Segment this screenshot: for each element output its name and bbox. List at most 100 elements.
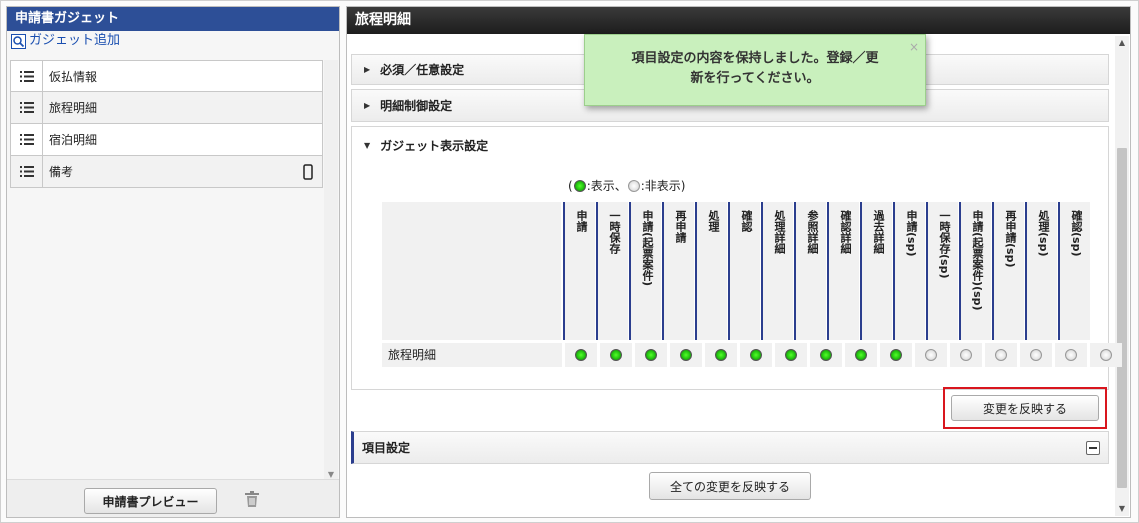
display-toggle-cell[interactable] (1090, 343, 1122, 367)
list-drag-icon[interactable] (11, 156, 43, 187)
display-toggle-cell[interactable] (670, 343, 702, 367)
column-header: 確認(sp) (1058, 202, 1090, 340)
close-icon[interactable]: × (909, 37, 919, 57)
list-drag-icon[interactable] (11, 124, 43, 155)
radio-on-icon[interactable] (890, 349, 902, 361)
grid-row: 旅程明細 (382, 343, 1122, 367)
legend-open: ( (568, 178, 573, 193)
trash-icon[interactable] (245, 491, 259, 510)
column-header-label: 一時保存 (608, 210, 621, 254)
column-header-label: 処理(sp) (1037, 210, 1050, 257)
radio-on-icon[interactable] (785, 349, 797, 361)
expanded-triangle-icon: ▼ (364, 140, 371, 150)
collapsed-triangle-icon: ▶ (364, 101, 371, 110)
legend-hide-label: :非表示) (640, 179, 686, 193)
section-item-settings[interactable]: 項目設定 (351, 431, 1109, 464)
gadget-list-scrollbar[interactable]: ▼ (324, 60, 338, 482)
column-header: 処理詳細 (761, 202, 793, 340)
radio-on-icon[interactable] (715, 349, 727, 361)
section-title: ガジェット表示設定 (380, 138, 489, 153)
column-header-label: 処理詳細 (773, 210, 786, 254)
gadget-list: 仮払情報 旅程明細 宿泊明細 備考 (10, 60, 323, 188)
detail-scrollbar[interactable]: ▲ ▼ (1115, 36, 1129, 516)
display-toggle-cell[interactable] (775, 343, 807, 367)
display-toggle-cell[interactable] (985, 343, 1017, 367)
radio-on-icon[interactable] (645, 349, 657, 361)
column-header-label: 参照詳細 (806, 210, 819, 254)
collapse-minus-icon[interactable] (1086, 440, 1100, 455)
radio-on-icon[interactable] (750, 349, 762, 361)
gadget-item-label: 宿泊明細 (49, 133, 98, 147)
radio-off-icon[interactable] (1100, 349, 1112, 361)
column-header-label: 申請(sp) (905, 210, 918, 257)
toast-message-line2: 新を行ってください。 (690, 71, 820, 86)
radio-off-icon[interactable] (925, 349, 937, 361)
column-header-label: 処理 (707, 210, 720, 232)
gadget-item[interactable]: 備考 (10, 156, 323, 188)
column-header: 申請 (563, 202, 595, 340)
scroll-up-icon[interactable]: ▲ (1115, 36, 1129, 50)
gadget-panel-title: 申請書ガジェット (7, 7, 339, 31)
apply-all-changes-button[interactable]: 全ての変更を反映する (649, 472, 811, 500)
notification-toast: × 項目設定の内容を保持しました。登録／更 新を行ってください。 (584, 34, 926, 106)
radio-off-icon[interactable] (1030, 349, 1042, 361)
radio-off-icon[interactable] (995, 349, 1007, 361)
radio-off-icon[interactable] (960, 349, 972, 361)
radio-on-icon[interactable] (680, 349, 692, 361)
column-header-label: 申請(起票案件)(sp) (971, 210, 984, 311)
column-header: 過去詳細 (860, 202, 892, 340)
add-gadget-label: ガジェット追加 (29, 33, 121, 48)
preview-button[interactable]: 申請書プレビュー (84, 488, 217, 514)
smartphone-icon (294, 163, 322, 180)
display-toggle-cell[interactable] (1020, 343, 1052, 367)
gadget-item[interactable]: 旅程明細 (10, 92, 323, 124)
display-toggle-cell[interactable] (1055, 343, 1087, 367)
display-toggle-cell[interactable] (600, 343, 632, 367)
radio-off-icon[interactable] (1065, 349, 1077, 361)
column-header-label: 再申請 (674, 210, 687, 243)
radio-on-icon[interactable] (855, 349, 867, 361)
list-drag-icon[interactable] (11, 92, 43, 123)
column-header-label: 一時保存(sp) (938, 210, 951, 279)
collapsed-triangle-icon: ▶ (364, 65, 371, 74)
display-toggle-cell[interactable] (845, 343, 877, 367)
gadget-item[interactable]: 仮払情報 (10, 60, 323, 92)
gadget-item-label: 旅程明細 (49, 101, 98, 115)
column-header: 再申請(sp) (992, 202, 1024, 340)
row-label: 旅程明細 (382, 343, 562, 367)
section-header[interactable]: ▼ ガジェット表示設定 (352, 127, 1108, 163)
gadget-item-label: 仮払情報 (49, 69, 98, 84)
column-header: 申請(起票案件)(sp) (959, 202, 991, 340)
radio-on-icon (573, 179, 586, 192)
add-gadget-link[interactable]: ガジェット追加 (7, 31, 339, 51)
display-toggle-cell[interactable] (880, 343, 912, 367)
display-toggle-cell[interactable] (950, 343, 982, 367)
gadget-item[interactable]: 宿泊明細 (10, 124, 323, 156)
section-title: 必須／任意設定 (380, 63, 465, 77)
radio-on-icon[interactable] (575, 349, 587, 361)
column-header-label: 申請(起票案件) (641, 210, 654, 287)
section-title: 明細制御設定 (380, 99, 453, 113)
column-header-label: 確認 (740, 210, 753, 232)
column-header: 処理 (695, 202, 727, 340)
column-header: 確認 (728, 202, 760, 340)
display-toggle-cell[interactable] (705, 343, 737, 367)
section-gadget-display: ▼ ガジェット表示設定 ( :表示、 :非表示) 申請 一時保存 申請(起票案件… (351, 126, 1122, 390)
grid-header-row: 申請 一時保存 申請(起票案件) 再申請 処理 確認 処理詳細 参照詳細 確認詳… (382, 202, 1090, 340)
scroll-down-icon[interactable]: ▼ (1115, 502, 1129, 516)
apply-changes-button[interactable]: 変更を反映する (951, 395, 1099, 421)
scrollbar-thumb[interactable] (1117, 148, 1127, 488)
display-toggle-cell[interactable] (565, 343, 597, 367)
column-header: 処理(sp) (1025, 202, 1057, 340)
display-toggle-cell[interactable] (915, 343, 947, 367)
radio-on-icon[interactable] (610, 349, 622, 361)
display-toggle-cell[interactable] (810, 343, 842, 367)
column-header: 一時保存 (596, 202, 628, 340)
legend-show-label: :表示、 (586, 179, 627, 193)
display-toggle-cell[interactable] (635, 343, 667, 367)
column-header: 一時保存(sp) (926, 202, 958, 340)
list-drag-icon[interactable] (11, 61, 43, 91)
gadget-panel: 申請書ガジェット ガジェット追加 仮払情報 旅程明細 宿泊明細 備考 ▼ 申請書… (6, 6, 340, 518)
display-toggle-cell[interactable] (740, 343, 772, 367)
radio-on-icon[interactable] (820, 349, 832, 361)
